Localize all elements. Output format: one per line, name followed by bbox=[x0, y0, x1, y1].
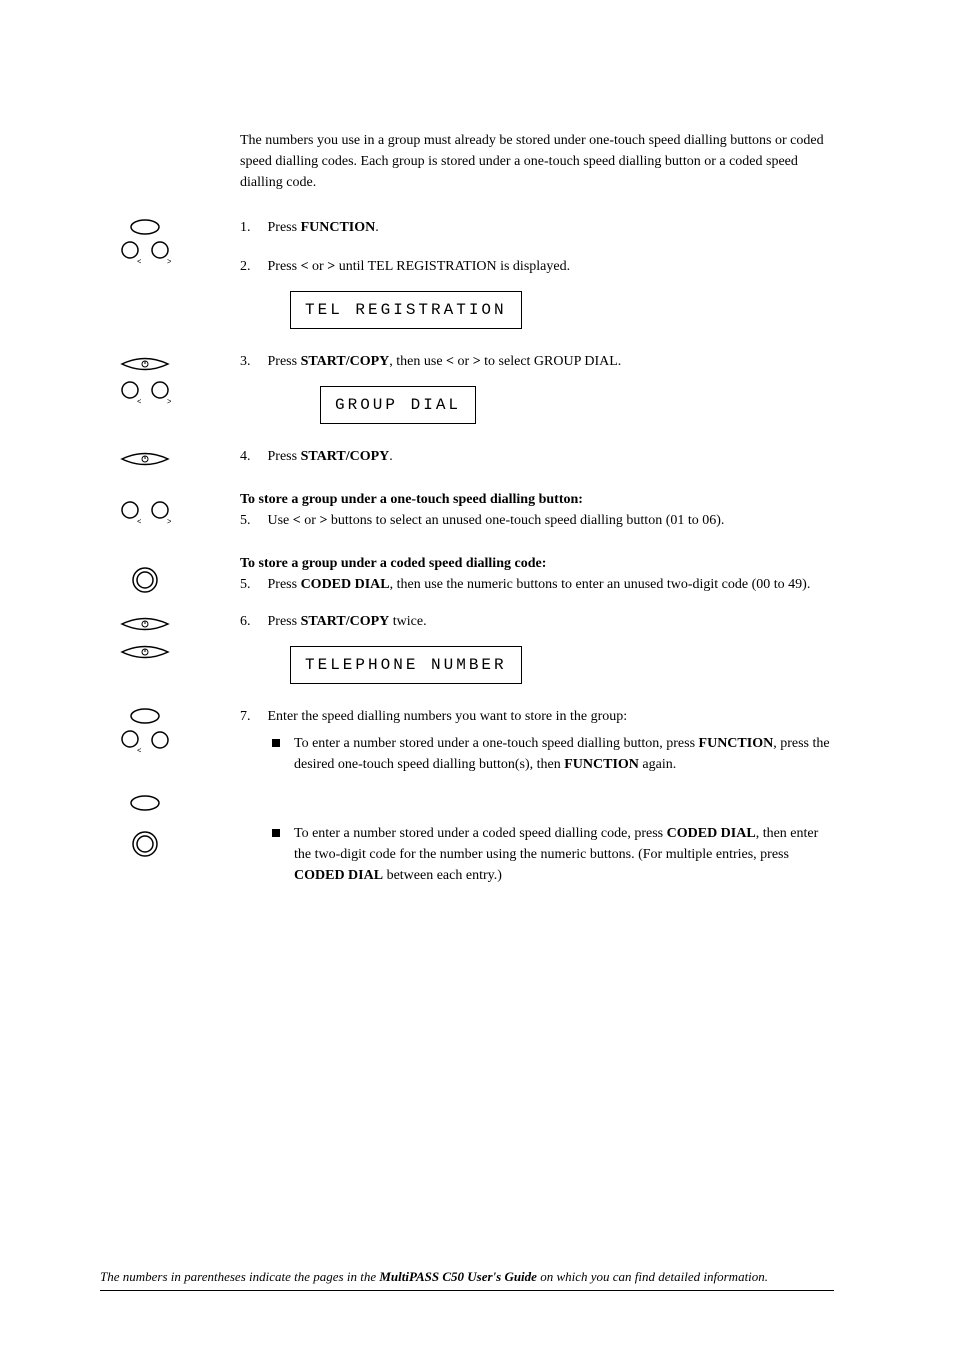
step-5b-icons bbox=[100, 547, 190, 593]
intro-paragraph: The numbers you use in a group must alre… bbox=[240, 130, 834, 193]
step-7-icons: < bbox=[100, 706, 190, 754]
svg-text:<: < bbox=[137, 746, 141, 754]
bullet-2-row: To enter a number stored under a coded s… bbox=[100, 793, 834, 892]
svg-text:>: > bbox=[167, 397, 171, 405]
display-tel-registration: TEL REGISTRATION bbox=[290, 291, 522, 329]
step-4-row: 4. Press START/COPY. bbox=[100, 446, 834, 473]
step-3-text: 3. Press START/COPY, then use < or > to … bbox=[240, 351, 834, 372]
left-arrow-button-icon: < bbox=[119, 501, 141, 525]
right-arrow-button-icon: > bbox=[149, 381, 171, 405]
step-1-row: < > 1. Press FUNCTION. 2. Press < or > u… bbox=[100, 217, 834, 343]
heading-onetouch: To store a group under a one-touch speed… bbox=[240, 489, 834, 510]
step-3-row: < > 3. Press START/COPY, then use < or >… bbox=[100, 351, 834, 438]
heading-coded: To store a group under a coded speed dia… bbox=[240, 553, 834, 574]
step-1-icons: < > bbox=[100, 217, 190, 265]
svg-text:<: < bbox=[137, 257, 141, 265]
bullet-square-icon bbox=[272, 739, 280, 747]
step-3-icons: < > bbox=[100, 351, 190, 405]
step-5b-row: To store a group under a coded speed dia… bbox=[100, 547, 834, 601]
step-7-text: 7. Enter the speed dialling numbers you … bbox=[240, 706, 834, 727]
step-4-icons bbox=[100, 446, 190, 470]
display-group-dial: GROUP DIAL bbox=[320, 386, 476, 424]
step-1-text: 1. Press FUNCTION. bbox=[240, 217, 834, 238]
display-telephone-number: TELEPHONE NUMBER bbox=[290, 646, 522, 684]
svg-text:>: > bbox=[167, 517, 171, 525]
svg-text:>: > bbox=[167, 257, 171, 265]
start-copy-button-icon bbox=[120, 448, 170, 470]
svg-text:<: < bbox=[137, 397, 141, 405]
step-5a-text: 5. Use < or > buttons to select an unuse… bbox=[240, 510, 834, 531]
step-5b-text: 5. Press CODED DIAL, then use the numeri… bbox=[240, 574, 834, 595]
step-2-text: 2. Press < or > until TEL REGISTRATION i… bbox=[240, 256, 834, 277]
step-6-icons bbox=[100, 611, 190, 663]
left-arrow-button-icon: < bbox=[119, 730, 141, 754]
coded-dial-button-icon bbox=[132, 567, 158, 593]
start-copy-button-icon bbox=[120, 641, 170, 663]
left-arrow-button-icon: < bbox=[119, 381, 141, 405]
footer-divider bbox=[100, 1290, 834, 1291]
right-arrow-button-icon: > bbox=[149, 501, 171, 525]
step-6-row: 6. Press START/COPY twice. TELEPHONE NUM… bbox=[100, 611, 834, 698]
start-copy-button-icon bbox=[120, 613, 170, 635]
generic-round-button-icon bbox=[149, 730, 171, 754]
svg-text:<: < bbox=[137, 517, 141, 525]
step-4-text: 4. Press START/COPY. bbox=[240, 446, 834, 467]
function-button-icon bbox=[130, 219, 160, 235]
function-button-icon bbox=[130, 708, 160, 724]
start-copy-button-icon bbox=[120, 353, 170, 375]
bullet-square-icon bbox=[272, 829, 280, 837]
bullet-2-icons bbox=[100, 793, 190, 857]
bullet-coded: To enter a number stored under a coded s… bbox=[272, 823, 834, 886]
right-arrow-button-icon: > bbox=[149, 241, 171, 265]
step-5a-icons: < > bbox=[100, 483, 190, 525]
bullet-onetouch: To enter a number stored under a one-tou… bbox=[272, 733, 834, 775]
function-button-icon bbox=[130, 795, 160, 811]
step-5a-row: < > To store a group under a one-touch s… bbox=[100, 483, 834, 537]
step-6-text: 6. Press START/COPY twice. bbox=[240, 611, 834, 632]
footer-note: The numbers in parentheses indicate the … bbox=[100, 1267, 834, 1292]
left-arrow-button-icon: < bbox=[119, 241, 141, 265]
coded-dial-button-icon bbox=[132, 831, 158, 857]
step-7-row: < 7. Enter the speed dialling numbers yo… bbox=[100, 706, 834, 781]
